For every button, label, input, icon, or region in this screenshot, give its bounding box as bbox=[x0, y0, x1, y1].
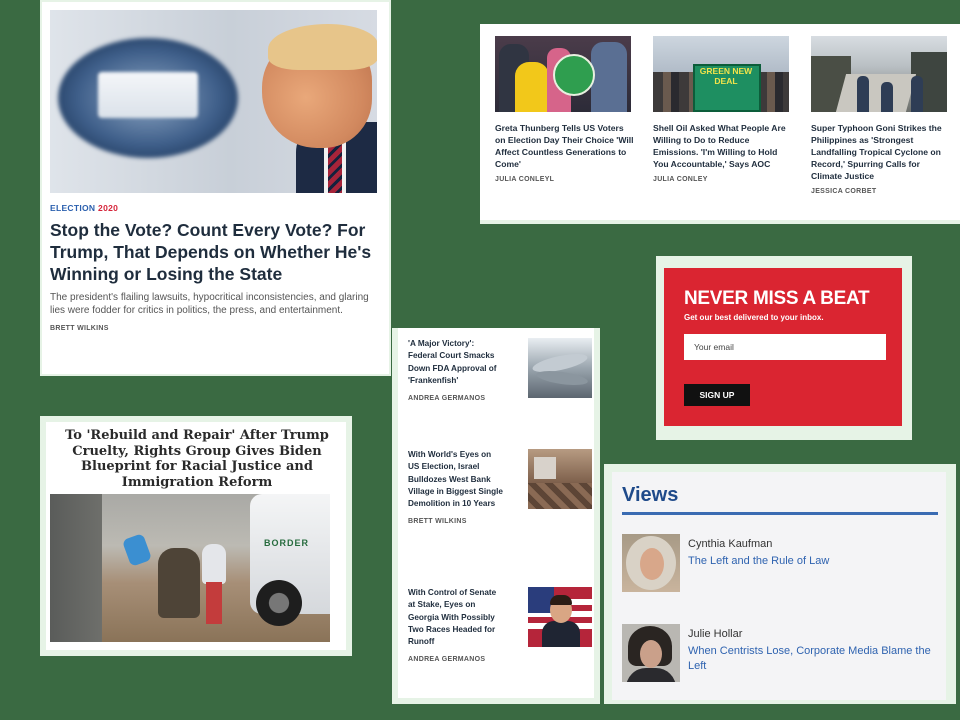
top-story-card[interactable]: Super Typhoon Goni Strikes the Philippin… bbox=[811, 36, 951, 195]
feature-story-card[interactable]: To 'Rebuild and Repair' After Trump Crue… bbox=[40, 416, 352, 656]
hero-byline[interactable]: BRETT WILKINS bbox=[50, 325, 381, 332]
avatar[interactable] bbox=[622, 534, 680, 592]
avatar[interactable] bbox=[622, 624, 680, 682]
list-item[interactable]: With World's Eyes on US Election, Israel… bbox=[408, 449, 594, 525]
list-item-headline[interactable]: With Control of Senate at Stake, Eyes on… bbox=[408, 587, 504, 648]
hero-story-image[interactable] bbox=[50, 10, 377, 193]
views-panel: Views Cynthia Kaufman The Left and the R… bbox=[612, 472, 946, 700]
blue-glove-graphic bbox=[121, 533, 153, 567]
top-story-thumbnail[interactable] bbox=[811, 36, 947, 112]
newsletter-panel: NEVER MISS A BEAT Get our best delivered… bbox=[664, 268, 902, 426]
green-new-deal-sign-text: GREEN NEW DEAL bbox=[699, 66, 753, 86]
top-stories-row: Greta Thunberg Tells US Voters on Electi… bbox=[480, 24, 960, 224]
flooded-road-graphic bbox=[835, 74, 917, 112]
hero-kicker-year: 2020 bbox=[98, 203, 119, 213]
views-section: Views Cynthia Kaufman The Left and the R… bbox=[604, 464, 956, 704]
views-heading[interactable]: Views bbox=[622, 484, 678, 507]
view-headline-link[interactable]: When Centrists Lose, Corporate Media Bla… bbox=[688, 644, 938, 674]
view-author[interactable]: Cynthia Kaufman bbox=[688, 538, 772, 550]
man-figure bbox=[158, 548, 200, 618]
list-item-headline[interactable]: 'A Major Victory': Federal Court Smacks … bbox=[408, 338, 504, 387]
top-story-card[interactable]: Greta Thunberg Tells US Voters on Electi… bbox=[495, 36, 635, 183]
truck-wheel-graphic bbox=[256, 580, 302, 626]
hero-story-card[interactable]: ELECTION 2020 Stop the Vote? Count Every… bbox=[40, 0, 391, 376]
top-story-byline[interactable]: JESSICA CORBET bbox=[811, 188, 951, 195]
top-story-thumbnail[interactable] bbox=[495, 36, 631, 112]
person-figure bbox=[881, 82, 893, 112]
list-item[interactable]: With Control of Senate at Stake, Eyes on… bbox=[408, 587, 594, 663]
hero-headline[interactable]: Stop the Vote? Count Every Vote? For Tru… bbox=[50, 219, 381, 285]
list-item-byline[interactable]: BRETT WILKINS bbox=[408, 518, 594, 525]
top-story-byline[interactable]: JULIA CONLEYL bbox=[495, 176, 635, 183]
list-item[interactable]: 'A Major Victory': Federal Court Smacks … bbox=[408, 338, 594, 402]
child-legs bbox=[206, 582, 222, 624]
list-item-thumbnail[interactable] bbox=[528, 338, 592, 398]
top-story-byline[interactable]: JULIA CONLEY bbox=[653, 176, 793, 183]
view-author[interactable]: Julie Hollar bbox=[688, 628, 742, 640]
top-story-headline[interactable]: Super Typhoon Goni Strikes the Philippin… bbox=[811, 122, 951, 182]
newsletter-box: NEVER MISS A BEAT Get our best delivered… bbox=[656, 256, 912, 440]
white-house-building-graphic bbox=[98, 72, 198, 118]
hero-dek: The president's flailing lawsuits, hypoc… bbox=[50, 292, 369, 316]
top-story-headline[interactable]: Shell Oil Asked What People Are Willing … bbox=[653, 122, 793, 170]
fridays-for-future-sign bbox=[553, 54, 595, 96]
person-figure bbox=[911, 76, 923, 112]
border-truck-label: BORDER bbox=[264, 538, 310, 548]
top-story-headline[interactable]: Greta Thunberg Tells US Voters on Electi… bbox=[495, 122, 635, 170]
top-story-card[interactable]: GREEN NEW DEAL Shell Oil Asked What Peop… bbox=[653, 36, 793, 183]
hero-kicker-prefix: ELECTION bbox=[50, 203, 99, 213]
list-item-thumbnail[interactable] bbox=[528, 449, 592, 509]
views-divider bbox=[622, 512, 938, 515]
avatar-face bbox=[640, 548, 664, 580]
hero-kicker[interactable]: ELECTION 2020 bbox=[50, 203, 381, 213]
list-item-headline[interactable]: With World's Eyes on US Election, Israel… bbox=[408, 449, 504, 510]
child-figure bbox=[202, 544, 226, 584]
speaker-hair bbox=[268, 24, 377, 70]
top-story-thumbnail[interactable]: GREEN NEW DEAL bbox=[653, 36, 789, 112]
speaker-body bbox=[542, 621, 580, 647]
avatar-face bbox=[640, 640, 662, 668]
email-field[interactable] bbox=[684, 334, 886, 360]
more-stories-list: 'A Major Victory': Federal Court Smacks … bbox=[392, 328, 600, 704]
list-item-byline[interactable]: ANDREA GERMANOS bbox=[408, 656, 594, 663]
rubble-graphic bbox=[528, 483, 592, 509]
fish-graphic bbox=[535, 368, 589, 388]
feature-story-image[interactable]: BORDER bbox=[50, 494, 330, 642]
list-item-thumbnail[interactable] bbox=[528, 587, 592, 647]
newsletter-subtitle: Get our best delivered to your inbox. bbox=[684, 313, 824, 322]
newsletter-title: NEVER MISS A BEAT bbox=[684, 288, 870, 309]
view-headline-link[interactable]: The Left and the Rule of Law bbox=[688, 554, 938, 569]
wall-graphic bbox=[534, 457, 556, 479]
protester-figure bbox=[591, 42, 627, 112]
feature-story-headline[interactable]: To 'Rebuild and Repair' After Trump Crue… bbox=[58, 428, 336, 490]
agent-figure bbox=[50, 494, 102, 642]
speaker-hair bbox=[550, 595, 572, 605]
person-figure bbox=[857, 76, 869, 112]
protester-figure bbox=[515, 62, 549, 112]
sign-up-button[interactable]: SIGN UP bbox=[684, 384, 750, 406]
avatar-shoulders bbox=[626, 668, 676, 682]
